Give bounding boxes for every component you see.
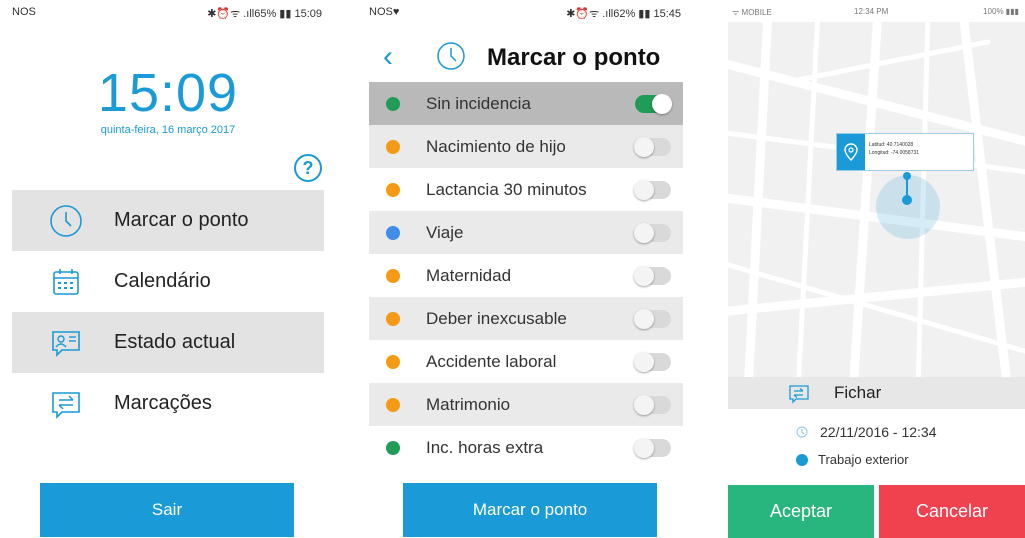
incidence-label: Inc. horas extra xyxy=(426,437,544,457)
menu-item-marcar-ponto[interactable]: Marcar o ponto xyxy=(12,190,324,251)
incidence-toggle[interactable] xyxy=(634,308,671,329)
back-icon[interactable]: ‹ xyxy=(383,40,393,74)
incidence-toggle[interactable] xyxy=(634,394,671,415)
toggle-knob xyxy=(634,136,654,157)
action-title-bar: Fichar xyxy=(728,377,1025,409)
incidence-option[interactable]: Nacimiento de hijo xyxy=(369,125,683,168)
toggle-knob xyxy=(634,222,654,243)
menu-item-estado-actual[interactable]: Estado actual xyxy=(12,312,324,373)
work-mode-text: Trabajo exterior xyxy=(818,452,909,467)
coordinates-text: Latitud: 40.7140028 Longitud: -74.005873… xyxy=(865,134,923,170)
incidence-toggle[interactable] xyxy=(634,179,671,200)
location-map[interactable]: Latitud: 40.7140028 Longitud: -74.005873… xyxy=(728,22,1025,378)
status-indicators: ✱⏰ᯤ .ıll62% ▮▮ 15:45 xyxy=(566,8,681,20)
menu-label: Marcações xyxy=(114,392,212,414)
clock-display: 15:09 xyxy=(97,63,239,123)
submit-clock-in-button[interactable]: Marcar o ponto xyxy=(403,483,657,537)
location-marker-icon[interactable] xyxy=(899,170,915,210)
home-screen: NOS ✱⏰ᯤ .ıll65% ▮▮ 15:09 15:09 quinta-fe… xyxy=(12,0,324,538)
toggle-knob xyxy=(634,394,654,415)
latitude-text: Latitud: 40.7140028 xyxy=(869,142,914,148)
user-card-icon xyxy=(52,330,80,357)
status-time: 12:34 PM xyxy=(854,7,889,16)
clock-in-screen: NOS♥ ✱⏰ᯤ .ıll62% ▮▮ 15:45 ‹ Marcar o pon… xyxy=(369,0,683,538)
calendar-icon xyxy=(53,268,79,295)
incidence-label: Nacimiento de hijo xyxy=(426,136,566,156)
incidence-option[interactable]: Sin incidencia xyxy=(369,82,683,125)
location-popup[interactable]: Latitud: 40.7140028 Longitud: -74.005873… xyxy=(836,133,974,171)
incidence-label: Viaje xyxy=(426,222,464,242)
status-dot-icon xyxy=(386,225,400,240)
status-bar: ᯤ MOBILE 12:34 PM 100% ▮▮▮ xyxy=(728,0,1025,24)
menu-label: Estado actual xyxy=(114,331,236,353)
status-dot-icon xyxy=(386,139,400,154)
swap-icon xyxy=(52,391,80,419)
carrier-label: NOS♥ xyxy=(369,6,400,18)
incidence-label: Sin incidencia xyxy=(426,93,531,113)
incidence-label: Maternidad xyxy=(426,265,512,285)
work-mode-row: Trabajo exterior xyxy=(796,452,909,467)
accept-button[interactable]: Aceptar xyxy=(728,485,874,538)
incidence-label: Matrimonio xyxy=(426,394,511,414)
menu-item-marcacoes[interactable]: Marcações xyxy=(12,373,324,434)
incidence-toggle[interactable] xyxy=(634,437,671,458)
timestamp-text: 22/11/2016 - 12:34 xyxy=(820,424,937,440)
status-dot-icon xyxy=(386,397,400,412)
battery-indicator: 100% ▮▮▮ xyxy=(983,7,1019,16)
action-title: Fichar xyxy=(834,383,882,402)
swap-icon xyxy=(789,385,809,404)
incidence-toggle[interactable] xyxy=(635,93,672,114)
incidence-toggle[interactable] xyxy=(634,265,671,286)
date-display: quinta-feira, 16 março 2017 xyxy=(100,124,236,136)
incidence-option[interactable]: Matrimonio xyxy=(369,383,683,426)
menu-label: Marcar o ponto xyxy=(114,209,249,231)
status-indicators: ✱⏰ᯤ .ıll65% ▮▮ 15:09 xyxy=(207,8,322,20)
incidence-option[interactable]: Inc. horas extra xyxy=(369,426,683,469)
toggle-knob xyxy=(634,351,654,372)
status-dot-icon xyxy=(386,182,400,197)
clock-icon xyxy=(437,42,465,70)
toggle-knob xyxy=(652,93,672,114)
incidence-option[interactable]: Lactancia 30 minutos xyxy=(369,168,683,211)
incidence-toggle[interactable] xyxy=(634,136,671,157)
status-bar: NOS ✱⏰ᯤ .ıll65% ▮▮ 15:09 xyxy=(12,0,324,24)
mode-dot-icon xyxy=(796,453,808,466)
incidence-option[interactable]: Accidente laboral xyxy=(369,340,683,383)
status-bar: NOS♥ ✱⏰ᯤ .ıll62% ▮▮ 15:45 xyxy=(369,0,683,24)
pin-icon xyxy=(837,134,865,170)
toggle-knob xyxy=(634,308,654,329)
incidence-toggle[interactable] xyxy=(634,222,671,243)
carrier-label: ᯤ MOBILE xyxy=(732,8,772,17)
screen-header: ‹ Marcar o ponto xyxy=(369,34,683,82)
timestamp-row: 22/11/2016 - 12:34 xyxy=(796,424,937,440)
status-dot-icon xyxy=(386,96,400,111)
incidence-label: Accidente laboral xyxy=(426,351,557,371)
menu-item-calendario[interactable]: Calendário xyxy=(12,251,324,312)
clock-icon xyxy=(796,426,808,438)
incidence-option[interactable]: Deber inexcusable xyxy=(369,297,683,340)
incidence-option[interactable]: Viaje xyxy=(369,211,683,254)
help-button[interactable]: ? xyxy=(294,154,322,182)
page-title: Marcar o ponto xyxy=(487,44,661,71)
cancel-button[interactable]: Cancelar xyxy=(879,485,1025,538)
incidence-label: Deber inexcusable xyxy=(426,308,567,328)
longitude-text: Longitud: -74.0058731 xyxy=(869,150,920,156)
clock-icon xyxy=(50,204,82,237)
incidence-option[interactable]: Maternidad xyxy=(369,254,683,297)
carrier-label: NOS xyxy=(12,6,36,18)
confirm-screen: ᯤ MOBILE 12:34 PM 100% ▮▮▮ Latitud: 40.7… xyxy=(728,0,1025,538)
toggle-knob xyxy=(634,437,654,458)
incidence-label: Lactancia 30 minutos xyxy=(426,179,587,199)
status-dot-icon xyxy=(386,311,400,326)
toggle-knob xyxy=(634,265,654,286)
status-dot-icon xyxy=(386,440,400,455)
status-dot-icon xyxy=(386,268,400,283)
status-dot-icon xyxy=(386,354,400,369)
menu-label: Calendário xyxy=(114,270,211,292)
exit-button[interactable]: Sair xyxy=(40,483,294,537)
incidence-toggle[interactable] xyxy=(634,351,671,372)
toggle-knob xyxy=(634,179,654,200)
